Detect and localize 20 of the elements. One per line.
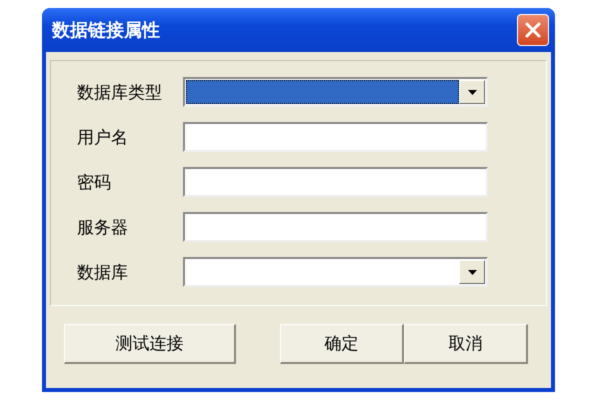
field-label: 用户名 — [77, 126, 129, 148]
dialog-button[interactable]: 测试连接 — [64, 324, 236, 364]
field-label: 数据库类型 — [77, 82, 163, 104]
input-field[interactable] — [183, 167, 488, 197]
input-field[interactable] — [183, 122, 488, 152]
dialog-button[interactable]: 确定 — [280, 324, 404, 364]
dropdown-field[interactable] — [183, 77, 488, 107]
dropdown-field[interactable] — [183, 257, 488, 287]
field-label: 服务器 — [77, 216, 129, 238]
dropdown-button[interactable] — [459, 260, 485, 284]
window-title: 数据链接属性 — [52, 19, 160, 42]
field-label: 密码 — [77, 172, 112, 194]
input-field[interactable] — [183, 212, 488, 242]
close-button[interactable] — [517, 14, 549, 46]
caret-icon — [468, 270, 476, 274]
dialog-button[interactable]: 取消 — [404, 324, 528, 364]
field-label: 数据库 — [77, 262, 129, 284]
close-icon — [524, 21, 542, 39]
caret-icon — [468, 90, 476, 94]
dropdown-button[interactable] — [459, 80, 485, 104]
